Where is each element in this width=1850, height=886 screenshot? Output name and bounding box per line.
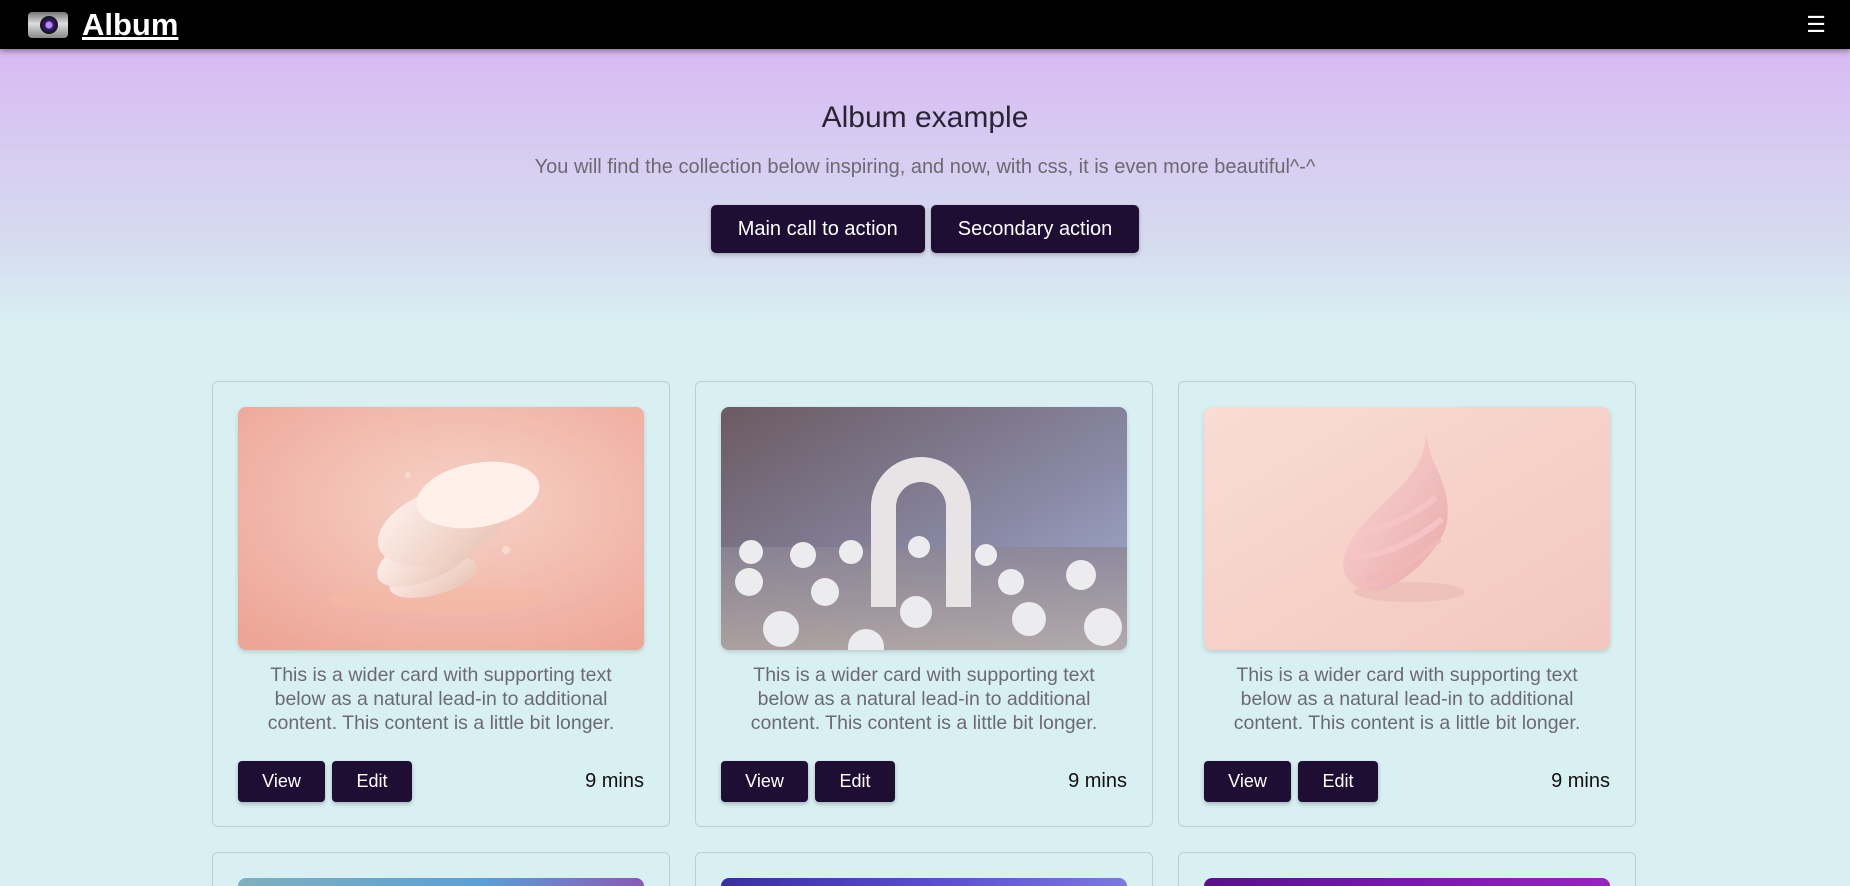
brand-link[interactable]: Album	[82, 7, 178, 43]
card-actions: View Edit 9 mins	[721, 761, 1127, 802]
album-card-partial	[1178, 852, 1636, 886]
card-image	[238, 878, 644, 886]
card-image	[238, 407, 644, 650]
album-card: This is a wider card with supporting tex…	[695, 381, 1153, 827]
hamburger-menu-icon[interactable]: ☰	[1806, 12, 1826, 38]
card-actions: View Edit 9 mins	[1204, 761, 1610, 802]
album-card: This is a wider card with supporting tex…	[212, 381, 670, 827]
card-text: This is a wider card with supporting tex…	[1233, 664, 1581, 734]
view-button[interactable]: View	[1204, 761, 1291, 802]
camera-logo-icon[interactable]	[28, 11, 68, 38]
album-card-partial	[695, 852, 1153, 886]
navbar: Album ☰	[0, 0, 1850, 49]
card-time: 9 mins	[585, 770, 644, 792]
card-text: This is a wider card with supporting tex…	[267, 664, 615, 734]
card-image	[1204, 407, 1610, 650]
secondary-action-button[interactable]: Secondary action	[930, 205, 1140, 253]
edit-button[interactable]: Edit	[1298, 761, 1378, 802]
card-image	[1204, 878, 1610, 886]
view-button[interactable]: View	[721, 761, 808, 802]
card-time: 9 mins	[1551, 770, 1610, 792]
main-call-to-action-button[interactable]: Main call to action	[710, 205, 925, 253]
card-text: This is a wider card with supporting tex…	[750, 664, 1098, 734]
view-button[interactable]: View	[238, 761, 325, 802]
card-actions: View Edit 9 mins	[238, 761, 644, 802]
card-time: 9 mins	[1068, 770, 1127, 792]
card-image	[721, 878, 1127, 886]
album-card-partial	[212, 852, 670, 886]
hero-title: Album example	[821, 101, 1029, 134]
edit-button[interactable]: Edit	[815, 761, 895, 802]
hero-lead: You will find the collection below inspi…	[534, 156, 1316, 178]
edit-button[interactable]: Edit	[332, 761, 412, 802]
album-card: This is a wider card with supporting tex…	[1178, 381, 1636, 827]
hero-buttons: Main call to action Secondary action	[0, 205, 1850, 253]
hero-section: Album example You will find the collecti…	[0, 49, 1850, 330]
card-image	[721, 407, 1127, 650]
